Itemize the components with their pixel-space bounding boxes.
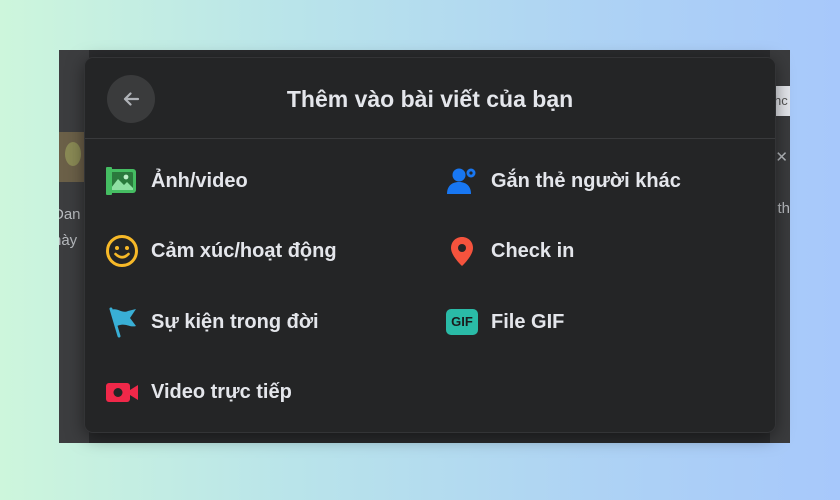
flag-icon	[104, 304, 140, 340]
option-check-in[interactable]: Check in	[444, 229, 574, 273]
option-photo-video[interactable]: Ảnh/video	[104, 159, 248, 203]
option-life-event[interactable]: Sự kiện trong đời	[104, 300, 319, 344]
option-live-video[interactable]: Video trực tiếp	[104, 370, 292, 414]
background-left-text: Đan này	[59, 206, 81, 249]
option-tag-people[interactable]: Gắn thẻ người khác	[444, 159, 681, 203]
option-label: Video trực tiếp	[151, 380, 292, 403]
gif-badge: GIF	[446, 309, 478, 335]
tag-people-icon	[444, 163, 480, 199]
live-video-icon	[104, 374, 140, 410]
background-close-icon: ✕	[775, 149, 788, 166]
option-label: Check in	[491, 239, 575, 262]
option-label: File GIF	[491, 310, 565, 333]
dialog-header: Thêm vào bài viết của bạn	[85, 58, 775, 139]
option-gif[interactable]: GIF File GIF	[444, 300, 564, 344]
gif-icon: GIF	[444, 304, 480, 340]
option-label: Sự kiện trong đời	[151, 310, 319, 333]
option-label: Ảnh/video	[151, 169, 248, 192]
smiley-icon	[104, 233, 140, 269]
background-right-box: hc	[774, 86, 790, 116]
option-label: Cảm xúc/hoạt động	[151, 239, 337, 262]
background-thumbnail	[59, 132, 87, 182]
add-to-post-dialog: Thêm vào bài viết của bạn Ảnh/video Gắn …	[85, 58, 775, 432]
option-label: Gắn thẻ người khác	[491, 169, 681, 192]
dialog-title: Thêm vào bài viết của bạn	[286, 86, 574, 112]
location-pin-icon	[444, 233, 480, 269]
option-feeling-activity[interactable]: Cảm xúc/hoạt động	[104, 229, 337, 273]
photo-icon	[104, 163, 140, 199]
